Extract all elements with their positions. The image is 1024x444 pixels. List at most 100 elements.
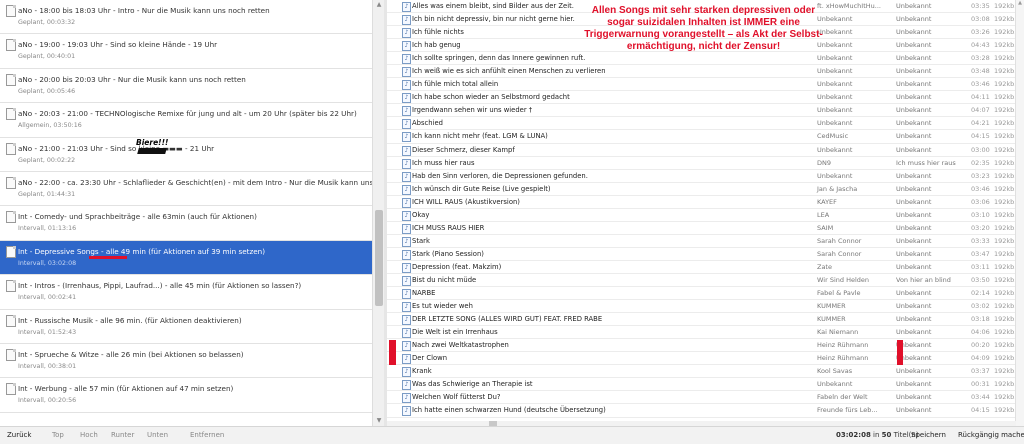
song-row[interactable]: ♪ Ich sollte springen, denn das Innere ge… (387, 52, 1024, 66)
move-bottom-button[interactable]: Unten (147, 431, 168, 439)
schedule-item[interactable]: Int - Depressive Songs - alle 49 min (fü… (0, 240, 372, 276)
song-row[interactable]: ♪ Irgendwann sehen wir uns wieder † Unbeka… (387, 104, 1024, 118)
music-note-icon: ♪ (402, 67, 411, 78)
move-down-button[interactable]: Runter (111, 431, 134, 439)
song-row[interactable]: ♪ Krank Kool Savas Unbekannt 03:37 192kb... (387, 365, 1024, 379)
song-row[interactable]: ♪ Nach zwei Weltkatastrophen Heinz Rühmann… (387, 339, 1024, 353)
schedule-item-title: aNo - 20:00 bis 20:03 Uhr - Nur die Musi… (18, 74, 246, 84)
song-title: Ich muss hier raus (412, 158, 475, 167)
schedule-item[interactable]: aNo - 19:00 - 19:03 Uhr - Sind so kleine… (0, 34, 372, 69)
song-title: Ich weiß wie es sich anfühlt einen Mensc… (412, 67, 606, 76)
song-title: Stark (412, 236, 430, 245)
song-album: Ich muss hier raus (896, 158, 956, 167)
song-duration: 03:26 (971, 28, 990, 37)
bottom-toolbar: Zurück Top Hoch Runter Unten Entfernen 0… (0, 426, 1024, 444)
schedule-item[interactable]: aNo - 20:00 bis 20:03 Uhr - Nur die Musi… (0, 69, 372, 104)
song-scrollbar[interactable]: ▲ (1015, 0, 1024, 426)
title-count: 50 (881, 431, 892, 439)
song-duration: 02:35 (971, 158, 990, 167)
music-note-icon: ♪ (402, 41, 411, 52)
song-row[interactable]: ♪ Okay LEA Unbekannt 03:10 192kb... (387, 209, 1024, 222)
scrollbar-thumb[interactable] (375, 210, 383, 306)
song-album: Unbekannt (896, 249, 932, 258)
song-row[interactable]: ♪ Ich muss hier raus DN9 Ich muss hier raus… (387, 157, 1024, 170)
schedule-item-title: aNo - 20:03 - 21:00 - TECHNOlogische Rem… (18, 109, 357, 119)
song-artist: Heinz Rühmann (817, 341, 869, 350)
song-artist: Zate (817, 262, 832, 271)
song-title: Ich fühle nichts (412, 28, 464, 37)
schedule-item[interactable]: aNo - 22:00 - ca. 23:30 Uhr - Schlaflied… (0, 172, 372, 207)
song-duration: 03:50 (971, 275, 990, 284)
song-album: Unbekannt (896, 406, 932, 415)
song-row[interactable]: ♪ Ich wünsch dir Gute Reise (Live gespiel… (387, 183, 1024, 196)
song-row[interactable]: ♪ Hab den Sinn verloren, die Depressionen… (387, 170, 1024, 183)
schedule-item-subtitle: Intervall, 00:20:56 (18, 397, 77, 405)
schedule-item[interactable]: Int - Comedy- und Sprachbeiträge - alle … (0, 206, 372, 241)
song-duration: 04:11 (971, 93, 990, 102)
song-title: NARBE (412, 289, 436, 298)
music-note-icon: ♪ (402, 145, 411, 156)
song-row[interactable]: ♪ Ich habe schon wieder an Selbstmord ged… (387, 91, 1024, 105)
schedule-item-title: aNo - 22:00 - ca. 23:30 Uhr - Schlaflied… (18, 177, 372, 187)
song-row[interactable]: ♪ ICH MUSS RAUS HIER SAIM Unbekannt 03:20 192… (387, 222, 1024, 235)
song-row[interactable]: ♪ Dieser Schmerz, dieser Kampf Unbekannt Un… (387, 144, 1024, 157)
song-row[interactable]: ♪ NARBE Fabel & Pavle Unbekannt 02:14 192kb..… (387, 287, 1024, 301)
document-icon (6, 142, 16, 155)
song-row[interactable]: ♪ Stark (Piano Session) Sarah Connor Unbeka… (387, 248, 1024, 261)
music-note-icon: ♪ (402, 380, 411, 391)
back-button[interactable]: Zurück (7, 431, 31, 439)
song-row[interactable]: ♪ Depression (feat. Makzim) Zate Unbekannt 0… (387, 261, 1024, 274)
song-title: Ich hatte einen schwarzen Hund (deutsche… (412, 406, 606, 415)
schedule-item-subtitle: Geplant, 00:05:46 (18, 87, 76, 95)
document-icon (6, 314, 16, 327)
schedule-item[interactable]: aNo - 18:00 bis 18:03 Uhr - Intro - Nur … (0, 0, 372, 35)
song-title: Ich fühle mich total allein (412, 80, 499, 89)
remove-button[interactable]: Entfernen (190, 431, 224, 439)
song-row[interactable]: ♪ Ich kann nicht mehr (feat. LGM & LUNA) C… (387, 130, 1024, 144)
song-duration: 02:14 (971, 289, 990, 298)
song-row[interactable]: ♪ Die Welt ist ein Irrenhaus Kai Niemann Un… (387, 326, 1024, 340)
song-title: Irgendwann sehen wir uns wieder † (412, 106, 533, 115)
song-duration: 03:33 (971, 236, 990, 245)
song-album: Unbekannt (896, 380, 932, 389)
document-icon (6, 280, 16, 293)
song-album: Unbekannt (896, 367, 932, 376)
move-top-button[interactable]: Top (52, 431, 64, 439)
song-row[interactable]: ♪ Ich hatte einen schwarzen Hund (deutsch… (387, 404, 1024, 418)
song-row[interactable]: ♪ ICH WILL RAUS (Akustikversion) KAYEF Unbe… (387, 196, 1024, 209)
song-title: Alles was einem bleibt, sind Bilder aus … (412, 2, 574, 10)
song-duration: 04:43 (971, 41, 990, 50)
schedule-item[interactable]: aNo - 20:03 - 21:00 - TECHNOlogische Rem… (0, 103, 372, 138)
song-duration: 04:09 (971, 354, 990, 363)
song-row[interactable]: ♪ Was das Schwierige an Therapie ist Unbek… (387, 378, 1024, 392)
schedule-item[interactable]: Int - Werbung - alle 57 min (für Aktione… (0, 378, 372, 413)
song-row[interactable]: ♪ Bist du nicht müde Wir Sind Helden Von hi… (387, 274, 1024, 288)
song-album: Unbekannt (896, 67, 932, 76)
song-title: Okay (412, 210, 430, 219)
song-artist: KUMMER (817, 302, 846, 311)
scroll-up-icon[interactable]: ▲ (1016, 0, 1024, 6)
song-artist: Fabeln der Welt (817, 393, 868, 402)
song-album: Unbekannt (896, 41, 932, 50)
schedule-item[interactable]: aNo - 21:00 - 21:03 Uhr - Sind so kleine… (0, 138, 372, 172)
song-row[interactable]: ♪ Stark Sarah Connor Unbekannt 03:33 192kb... (387, 235, 1024, 248)
schedule-item[interactable]: Int - Intros - (Irrenhaus, Pippi, Laufra… (0, 275, 372, 310)
song-duration: 03:47 (971, 249, 990, 258)
song-title: Nach zwei Weltkatastrophen (412, 341, 509, 350)
song-row[interactable]: ♪ DER LETZTE SONG (ALLES WIRD GUT) FEAT. … (387, 313, 1024, 327)
song-row[interactable]: ♪ Ich weiß wie es sich anfühlt einen Mens… (387, 65, 1024, 79)
schedule-item[interactable]: Int - Russische Musik - alle 96 min. (fü… (0, 310, 372, 344)
music-note-icon: ♪ (402, 341, 411, 352)
song-row[interactable]: ♪ Abschied Unbekannt Unbekannt 04:21 192kb... (387, 117, 1024, 131)
song-row[interactable]: ♪ Welchen Wolf fütterst Du? Fabeln der Wel… (387, 391, 1024, 405)
song-row[interactable]: ♪ Der Clown Heinz Rühmann Unbekannt 04:09 192… (387, 352, 1024, 366)
undo-button[interactable]: Rückgängig machen (958, 431, 1024, 439)
schedule-item-subtitle: Geplant, 00:02:22 (18, 156, 76, 164)
song-title: Bist du nicht müde (412, 275, 477, 284)
song-row[interactable]: ♪ Es tut wieder weh KUMMER Unbekannt 03:02 19… (387, 300, 1024, 314)
song-album: Unbekannt (896, 93, 932, 102)
schedule-item[interactable]: Int - Sprueche & Witze - alle 26 min (be… (0, 344, 372, 379)
save-button[interactable]: Speichern (911, 431, 946, 439)
move-up-button[interactable]: Hoch (80, 431, 98, 439)
song-row[interactable]: ♪ Ich fühle mich total allein Unbekannt Unb… (387, 78, 1024, 92)
